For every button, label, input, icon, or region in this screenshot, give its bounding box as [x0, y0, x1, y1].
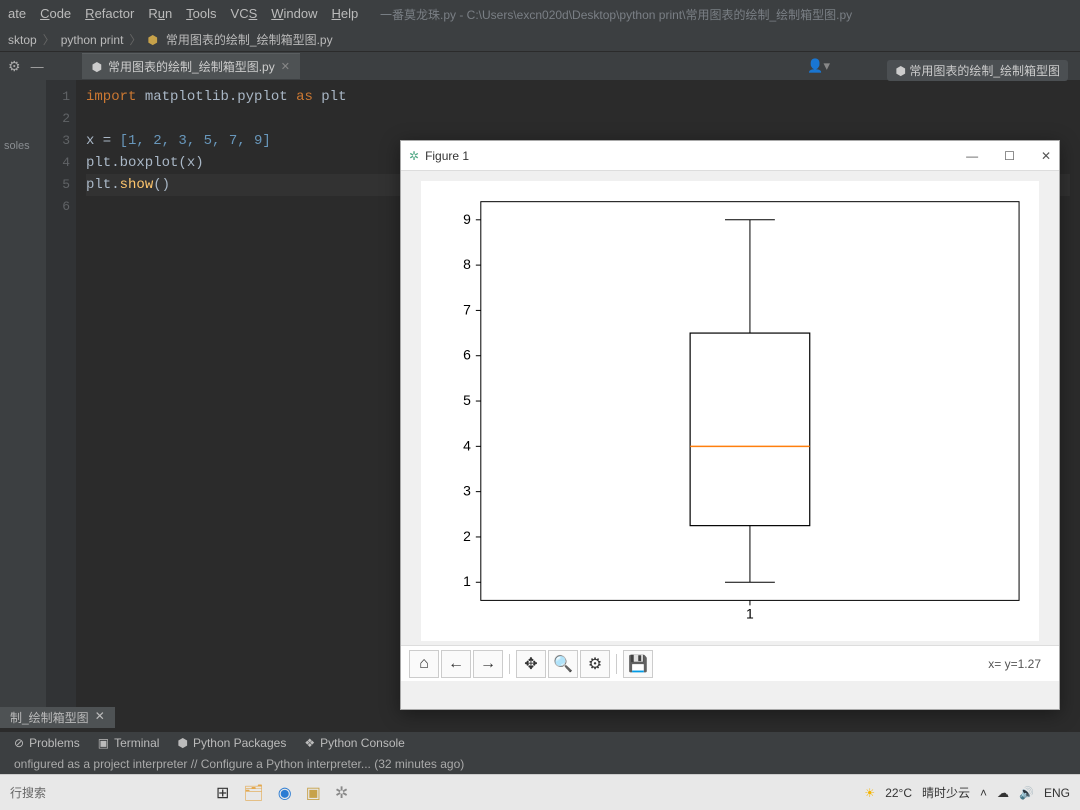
- crumb-2[interactable]: 常用图表的绘制_绘制箱型图.py: [166, 31, 333, 48]
- bottom-file-tab[interactable]: 制_绘制箱型图 ✕: [0, 707, 115, 728]
- figure-title: Figure 1: [425, 149, 469, 163]
- mpl-titlebar: ✲ Figure 1 — ☐ ✕: [401, 141, 1059, 171]
- bottom-tabs: ⊘ Problems ▣ Terminal ⬢ Python Packages …: [0, 732, 1080, 754]
- weather-icon: ☀: [864, 786, 875, 800]
- svg-text:3: 3: [463, 483, 471, 499]
- menu-run[interactable]: Run: [148, 6, 172, 22]
- editor-tab-label: 常用图表的绘制_绘制箱型图.py: [108, 58, 275, 75]
- tab-problems[interactable]: ⊘ Problems: [14, 736, 80, 750]
- minimize-icon[interactable]: —: [966, 149, 978, 163]
- sound-icon[interactable]: 🔊: [1019, 786, 1034, 800]
- mpl-toolbar: ⌂ ← → ✥ 🔍 ⚙ 💾 x= y=1.27: [401, 645, 1059, 681]
- title-path: 一番莫龙珠.py - C:\Users\excn020d\Desktop\pyt…: [380, 6, 852, 23]
- svg-text:8: 8: [463, 256, 471, 272]
- back-button[interactable]: ←: [441, 650, 471, 678]
- avatar-icon[interactable]: 👤▾: [807, 58, 830, 74]
- app-icon[interactable]: ✲: [335, 783, 348, 803]
- matplotlib-window: ✲ Figure 1 — ☐ ✕ 1 2 3 4 5 6 7 8 9 1 ⌂ ← → ✥ 🔍 ⚙ …: [400, 140, 1060, 710]
- python-file-icon: ⬢: [147, 33, 157, 47]
- forward-button[interactable]: →: [473, 650, 503, 678]
- python-file-icon: ⬢: [92, 60, 102, 74]
- crumb-1[interactable]: python print: [61, 33, 124, 47]
- plot-area: 1 2 3 4 5 6 7 8 9 1: [421, 181, 1039, 641]
- close-icon[interactable]: ✕: [95, 709, 105, 726]
- tab-console[interactable]: ❖ Python Console: [304, 736, 405, 750]
- packages-icon: ⬢: [177, 736, 187, 750]
- menu-code[interactable]: Code: [40, 6, 71, 22]
- weather-text[interactable]: 晴时少云: [922, 784, 970, 801]
- zoom-button[interactable]: 🔍: [548, 650, 578, 678]
- gutter: 1 2 3 4 5 6: [46, 80, 76, 720]
- explorer-icon[interactable]: 🗂: [243, 783, 263, 803]
- python-file-icon: ⬢: [895, 64, 905, 78]
- edge-icon[interactable]: ◉: [278, 783, 292, 803]
- taskbar-search[interactable]: 行搜索: [10, 784, 46, 801]
- svg-text:2: 2: [463, 528, 471, 544]
- tab-terminal[interactable]: ▣ Terminal: [98, 736, 160, 750]
- save-button[interactable]: 💾: [623, 650, 653, 678]
- svg-text:9: 9: [463, 211, 471, 227]
- home-button[interactable]: ⌂: [409, 650, 439, 678]
- svg-text:1: 1: [746, 605, 754, 621]
- breadcrumb: sktop 〉 python print 〉 ⬢ 常用图表的绘制_绘制箱型图.p…: [0, 28, 1080, 52]
- weather-temp[interactable]: 22°C: [885, 786, 912, 800]
- svg-text:4: 4: [463, 437, 471, 453]
- gear-icon[interactable]: ⚙: [8, 58, 21, 75]
- crumb-sep: 〉: [43, 31, 55, 48]
- terminal-icon: ▣: [98, 736, 109, 750]
- configure-button[interactable]: ⚙: [580, 650, 610, 678]
- taskview-icon[interactable]: ⊞: [216, 783, 229, 803]
- maximize-icon[interactable]: ☐: [1004, 149, 1015, 163]
- crumb-sep: 〉: [129, 31, 141, 48]
- divider: [616, 654, 617, 674]
- side-label[interactable]: soles: [0, 140, 46, 152]
- svg-text:5: 5: [463, 392, 471, 408]
- menu-tools[interactable]: Tools: [186, 6, 216, 22]
- cursor-coords: x= y=1.27: [988, 657, 1051, 671]
- topright-file-chip[interactable]: ⬢ 常用图表的绘制_绘制箱型图: [887, 60, 1068, 81]
- menu-ate[interactable]: ate: [8, 6, 26, 22]
- side-panel: soles: [0, 80, 46, 720]
- menu-vcs[interactable]: VCS: [231, 6, 258, 22]
- svg-text:1: 1: [463, 573, 471, 589]
- mpl-icon: ✲: [409, 149, 419, 163]
- tray-cloud-icon[interactable]: ☁: [997, 786, 1009, 800]
- divider: [509, 654, 510, 674]
- svg-text:6: 6: [463, 347, 471, 363]
- status-bar: onfigured as a project interpreter // Co…: [0, 754, 1080, 774]
- console-icon: ❖: [304, 736, 315, 750]
- svg-text:7: 7: [463, 301, 471, 317]
- tray-chevron-icon[interactable]: ˄: [980, 786, 987, 800]
- lang-indicator[interactable]: ENG: [1044, 786, 1070, 800]
- tab-packages[interactable]: ⬢ Python Packages: [177, 736, 286, 750]
- crumb-0[interactable]: sktop: [8, 33, 37, 47]
- menu-help[interactable]: Help: [332, 6, 359, 22]
- boxplot-chart: 1 2 3 4 5 6 7 8 9 1: [421, 181, 1039, 641]
- menu-refactor[interactable]: Refactor: [85, 6, 134, 22]
- close-icon[interactable]: ✕: [281, 60, 290, 73]
- problems-icon: ⊘: [14, 736, 24, 750]
- dash-icon[interactable]: —: [31, 59, 44, 74]
- pan-button[interactable]: ✥: [516, 650, 546, 678]
- editor-tab[interactable]: ⬢ 常用图表的绘制_绘制箱型图.py ✕: [82, 53, 300, 79]
- pycharm-icon[interactable]: ▣: [306, 783, 321, 803]
- taskbar: 行搜索 ⊞ 🗂 ◉ ▣ ✲ ☀ 22°C 晴时少云 ˄ ☁ 🔊 ENG: [0, 774, 1080, 810]
- menu-window[interactable]: Window: [271, 6, 317, 22]
- close-icon[interactable]: ✕: [1041, 149, 1051, 163]
